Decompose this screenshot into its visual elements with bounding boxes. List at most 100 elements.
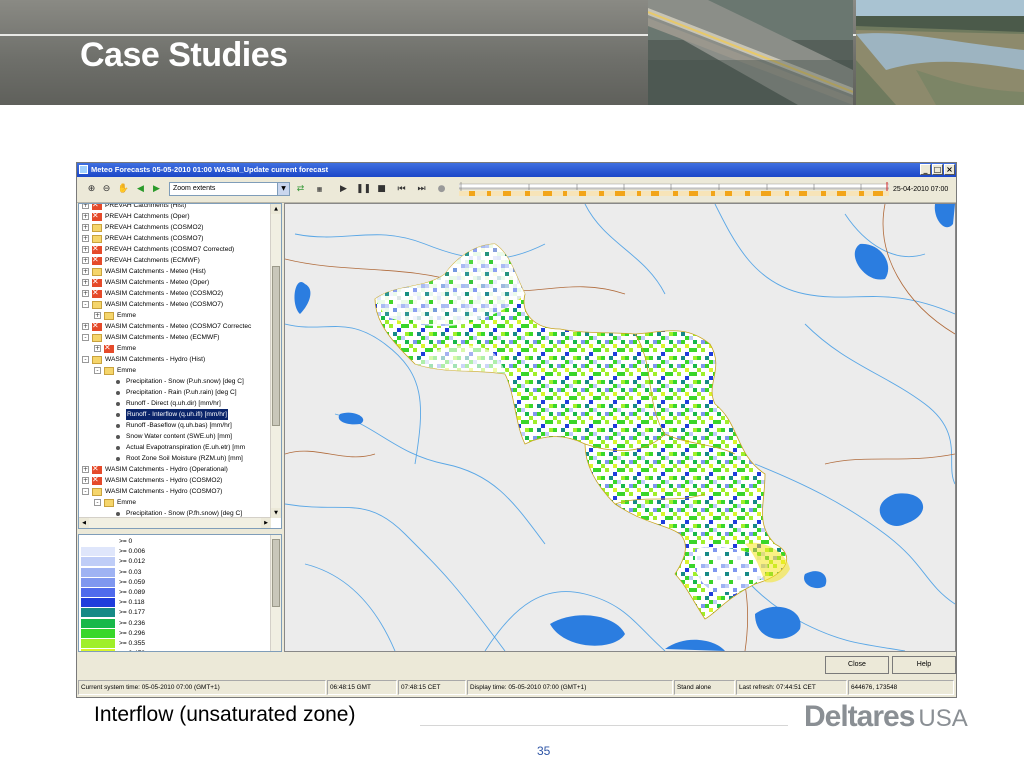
- zoom-select[interactable]: Zoom extents ▼: [169, 182, 290, 196]
- scroll-left-icon[interactable]: ◀: [79, 518, 89, 528]
- collapse-icon[interactable]: -: [94, 499, 101, 506]
- tree-node[interactable]: Runoff - Direct (q.uh.dir) [mm/hr]: [106, 398, 221, 409]
- expand-icon[interactable]: +: [82, 268, 89, 275]
- tree-node-label: PREVAH Catchments (COSMO7 Corrected): [105, 246, 235, 253]
- status-bar: Current system time: 05-05-2010 07:00 (G…: [77, 679, 956, 697]
- expand-icon[interactable]: +: [82, 290, 89, 297]
- tree-node[interactable]: - Emme: [94, 365, 136, 376]
- tree-node[interactable]: + WASIM Catchments - Meteo (COSMO2): [82, 288, 223, 299]
- app-icon: [79, 165, 88, 174]
- collapse-icon[interactable]: -: [94, 367, 101, 374]
- tree-node[interactable]: - Emme: [94, 497, 136, 508]
- zoom-in-icon[interactable]: ⊕: [85, 183, 98, 196]
- tree-node[interactable]: + PREVAH Catchments (Oper): [82, 211, 190, 222]
- step-back-icon[interactable]: ⏮: [395, 183, 408, 196]
- expand-icon[interactable]: +: [82, 279, 89, 286]
- collapse-icon[interactable]: -: [82, 488, 89, 495]
- tree-node[interactable]: Precipitation - Snow (P.uh.snow) [deg C]: [106, 376, 244, 387]
- deltares-logo: Deltares USA: [804, 700, 968, 734]
- disabled-folder-icon: [92, 288, 102, 298]
- expand-icon[interactable]: +: [82, 204, 89, 209]
- expand-icon[interactable]: +: [82, 257, 89, 264]
- legend-label: >= 0.089: [119, 589, 146, 596]
- tree-node[interactable]: + PREVAH Catchments (COSMO7 Corrected): [82, 244, 234, 255]
- status-cet: 07:48:15 CET: [398, 680, 466, 695]
- layer-bullet-icon: [116, 412, 120, 417]
- expand-icon[interactable]: +: [82, 466, 89, 473]
- zoom-out-icon[interactable]: ⊖: [100, 183, 113, 196]
- expand-icon[interactable]: +: [82, 246, 89, 253]
- scroll-down-icon[interactable]: ▼: [271, 508, 281, 518]
- expand-icon[interactable]: +: [82, 213, 89, 220]
- tree-node-label: Runoff - Interflow (q.uh.ifl) [mm/hr]: [126, 409, 228, 420]
- map-view[interactable]: [284, 203, 956, 652]
- record-icon[interactable]: ●: [435, 183, 448, 196]
- expand-icon[interactable]: +: [82, 323, 89, 330]
- tree-node[interactable]: + PREVAH Catchments (COSMO7): [82, 233, 203, 244]
- tree-node-label: Runoff -Baseflow (q.uh.bas) [mm/hr]: [126, 422, 232, 429]
- maximize-button[interactable]: □: [932, 164, 943, 175]
- collapse-icon[interactable]: -: [82, 334, 89, 341]
- tree-node[interactable]: + WASIM Catchments - Meteo (COSMO7 Correc…: [82, 321, 251, 332]
- tree-node[interactable]: Root Zone Soil Moisture (RZM.uh) [mm]: [106, 453, 243, 464]
- step-forward-icon[interactable]: ⏭: [415, 183, 428, 196]
- left-panel: + PREVAH Catchments (Hist) + PREVAH Catchme…: [78, 203, 282, 652]
- map-canvas[interactable]: [285, 204, 955, 651]
- tree-node[interactable]: + Emme: [94, 310, 136, 321]
- tree-vertical-scrollbar[interactable]: ▲ ▼: [270, 204, 281, 518]
- expand-icon[interactable]: +: [82, 224, 89, 231]
- tree-node-label: WASIM Catchments - Hydro (Hist): [105, 356, 206, 363]
- settings-icon[interactable]: ▦: [313, 183, 326, 196]
- collapse-icon[interactable]: -: [82, 356, 89, 363]
- tree-node[interactable]: - WASIM Catchments - Hydro (Hist): [82, 354, 205, 365]
- tree-horizontal-scrollbar[interactable]: ◀ ▶: [79, 517, 271, 528]
- layer-bullet-icon: [116, 456, 120, 461]
- legend-scroll-thumb[interactable]: [272, 539, 280, 607]
- tree-node[interactable]: Runoff -Baseflow (q.uh.bas) [mm/hr]: [106, 420, 232, 431]
- tree-node[interactable]: + WASIM Catchments - Meteo (Oper): [82, 277, 209, 288]
- collapse-icon[interactable]: -: [82, 301, 89, 308]
- tree-node[interactable]: + Emme: [94, 343, 136, 354]
- legend-vertical-scrollbar[interactable]: [270, 535, 281, 651]
- scroll-up-icon[interactable]: ▲: [271, 204, 281, 214]
- help-button[interactable]: Help: [892, 656, 956, 674]
- legend-swatch: [81, 577, 115, 588]
- expand-icon[interactable]: +: [94, 345, 101, 352]
- tree-node[interactable]: - WASIM Catchments - Meteo (ECMWF): [82, 332, 219, 343]
- folder-icon: [104, 311, 114, 320]
- expand-icon[interactable]: +: [82, 477, 89, 484]
- tree-node-label: Emme: [117, 499, 137, 506]
- tree-node[interactable]: Snow Water content (SWE.uh) [mm]: [106, 431, 232, 442]
- chevron-down-icon[interactable]: ▼: [277, 183, 289, 195]
- tree-node-label: PREVAH Catchments (ECMWF): [105, 257, 200, 264]
- tree-node[interactable]: + WASIM Catchments - Hydro (COSMO2): [82, 475, 222, 486]
- time-slider[interactable]: [459, 181, 889, 199]
- tree-scroll-thumb[interactable]: [272, 266, 280, 426]
- tree-node[interactable]: + WASIM Catchments - Meteo (Hist): [82, 266, 206, 277]
- tree-node[interactable]: Runoff - Interflow (q.uh.ifl) [mm/hr]: [106, 409, 228, 420]
- pan-icon[interactable]: ✋: [117, 183, 130, 196]
- close-window-button[interactable]: ×: [944, 164, 955, 175]
- scroll-right-icon[interactable]: ▶: [261, 518, 271, 528]
- stop-icon[interactable]: ■: [375, 183, 388, 196]
- tree-node[interactable]: Precipitation - Rain (P.uh.rain) [deg C]: [106, 387, 237, 398]
- tree-node[interactable]: + WASIM Catchments - Hydro (Operational): [82, 464, 228, 475]
- legend-label: >= 0.473: [119, 649, 145, 651]
- legend-label: >= 0.355: [119, 640, 146, 647]
- tree-node[interactable]: - WASIM Catchments - Meteo (COSMO7): [82, 299, 223, 310]
- tree-node[interactable]: Actual Evapotranspiration (E.uh.etr) [mm: [106, 442, 245, 453]
- close-button[interactable]: Close: [825, 656, 889, 674]
- forward-icon[interactable]: ▶: [150, 183, 163, 196]
- tree-node[interactable]: + PREVAH Catchments (COSMO2): [82, 222, 203, 233]
- back-icon[interactable]: ◀: [134, 183, 147, 196]
- refresh-icon[interactable]: ⇄: [294, 183, 307, 196]
- expand-icon[interactable]: +: [82, 235, 89, 242]
- tree-node[interactable]: - WASIM Catchments - Hydro (COSMO7): [82, 486, 222, 497]
- tree-node[interactable]: + PREVAH Catchments (ECMWF): [82, 255, 200, 266]
- minimize-button[interactable]: _: [920, 164, 931, 175]
- play-icon[interactable]: ▶: [337, 183, 350, 196]
- river-aerial-photo: [856, 0, 1024, 105]
- expand-icon[interactable]: +: [94, 312, 101, 319]
- tree-node-label: WASIM Catchments - Meteo (COSMO7 Correct…: [105, 323, 252, 330]
- pause-icon[interactable]: ❚❚: [356, 183, 371, 196]
